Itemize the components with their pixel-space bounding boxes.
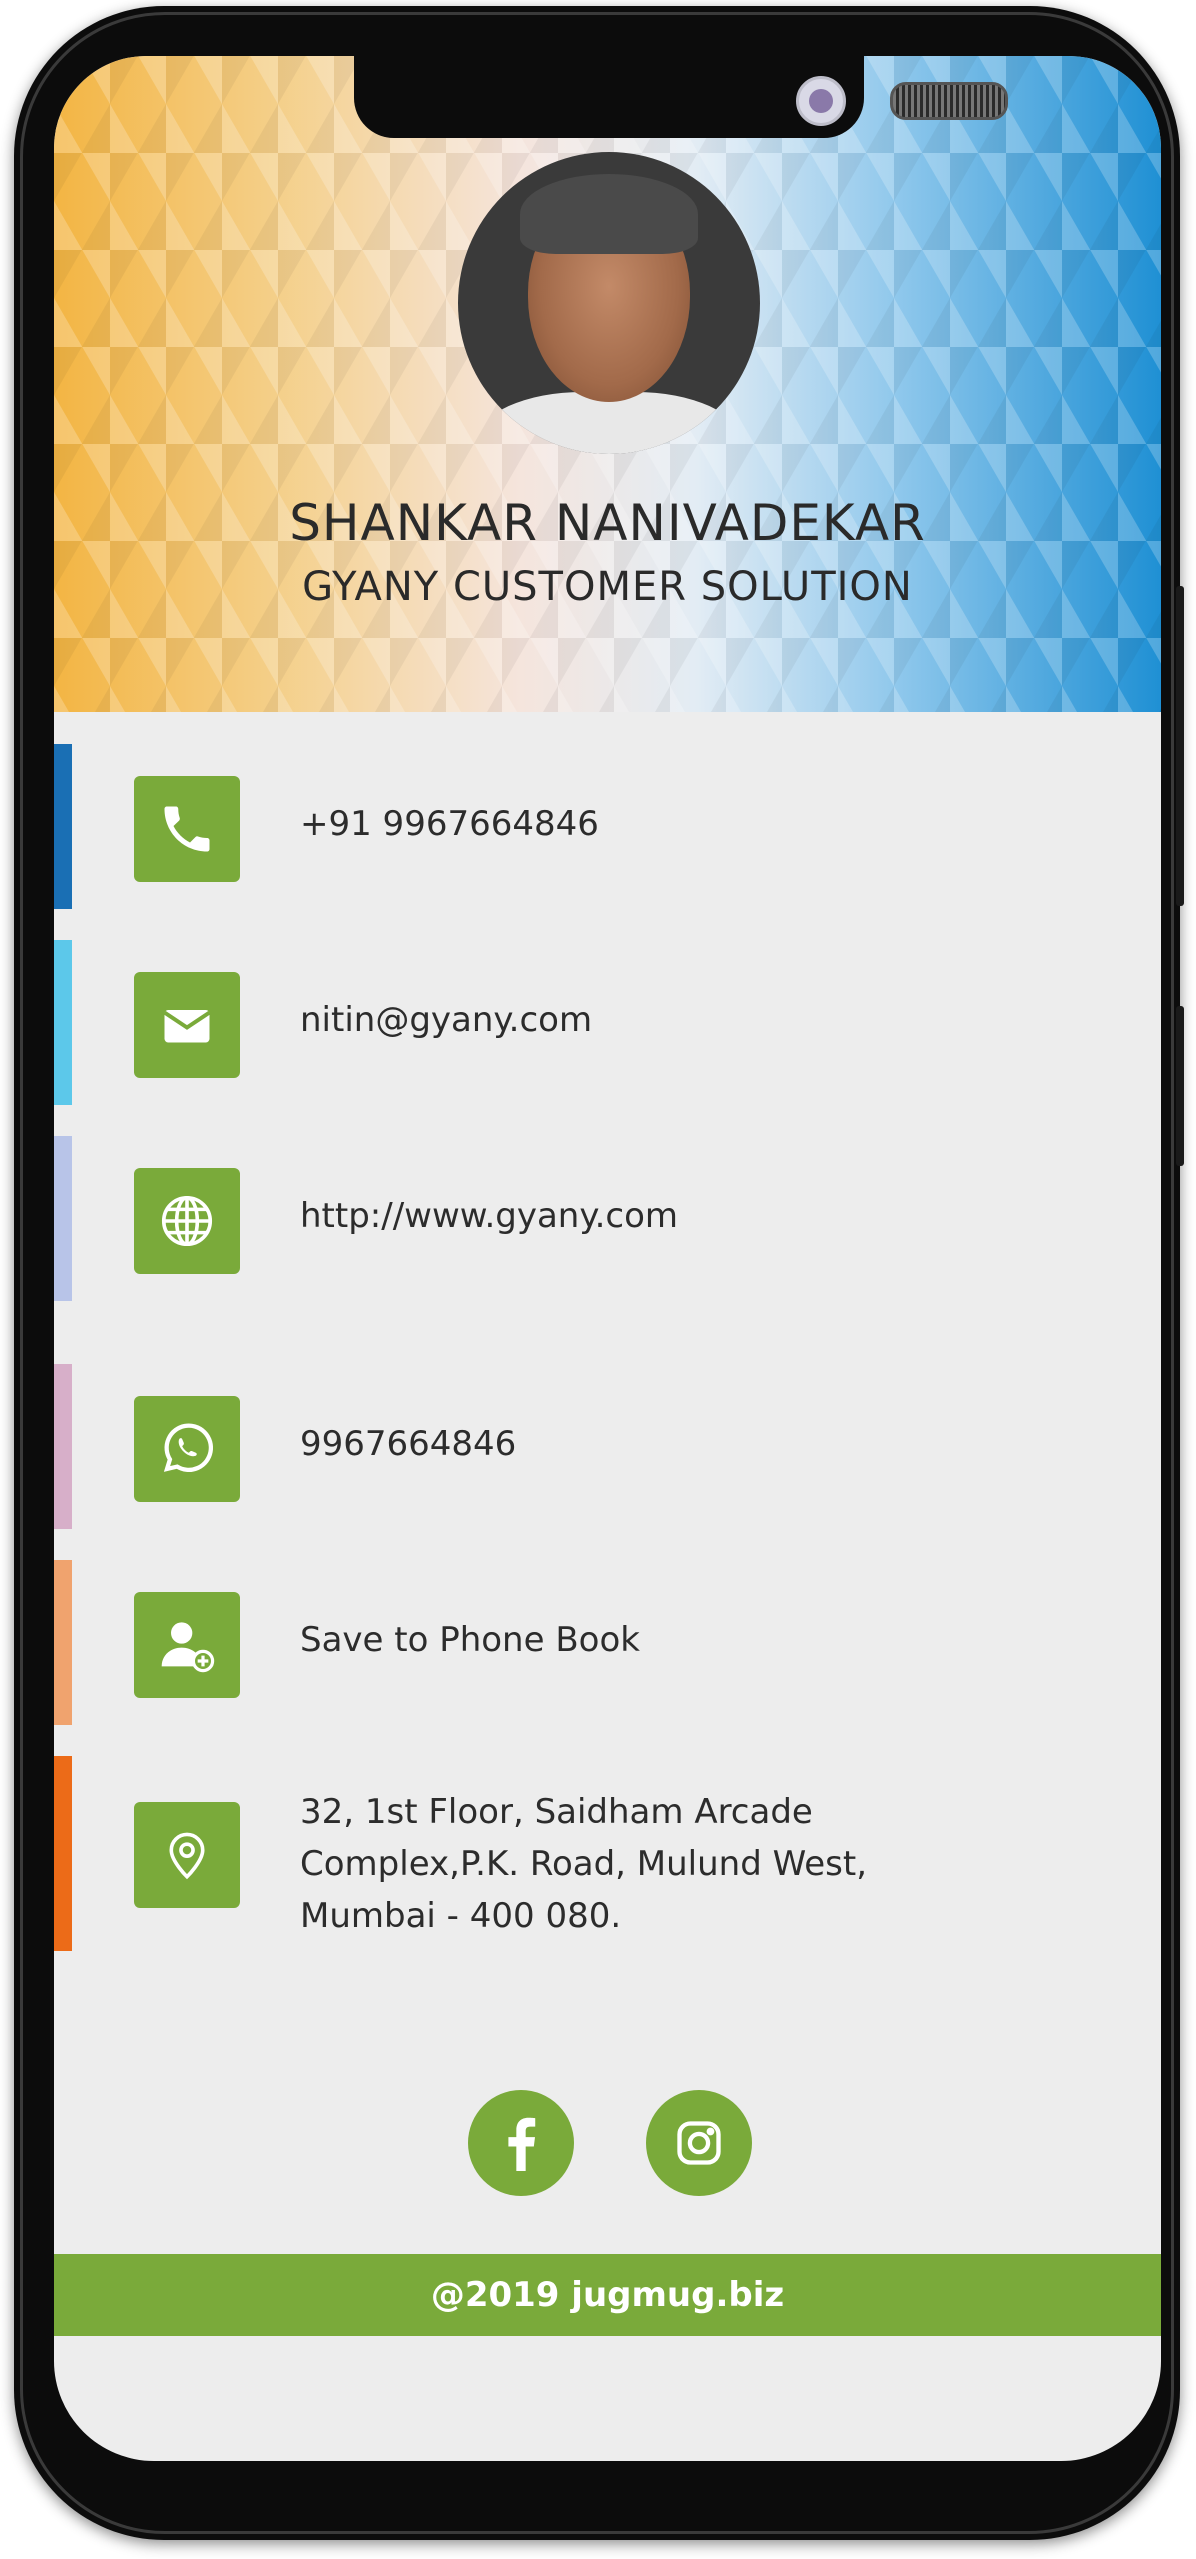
add-contact-icon[interactable] <box>134 1592 240 1698</box>
screen: SHANKAR NANIVADEKAR GYANY CUSTOMER SOLUT… <box>54 56 1161 2461</box>
notch <box>354 56 1008 138</box>
contact-row-save[interactable]: Save to Phone Book <box>54 1560 1161 1725</box>
row-stripe <box>54 1560 72 1725</box>
phone-number[interactable]: +91 9967664846 <box>300 798 599 850</box>
facebook-icon[interactable] <box>468 2090 574 2196</box>
row-stripe <box>54 1364 72 1529</box>
address-line: Complex,P.K. Road, Mulund West, <box>300 1844 868 1884</box>
row-stripe <box>54 1136 72 1301</box>
phone-frame: SHANKAR NANIVADEKAR GYANY CUSTOMER SOLUT… <box>14 6 1184 2540</box>
address-line: Mumbai - 400 080. <box>300 1896 622 1936</box>
address[interactable]: 32, 1st Floor, Saidham Arcade Complex,P.… <box>300 1786 940 1942</box>
row-stripe <box>54 940 72 1105</box>
profile-name: SHANKAR NANIVADEKAR <box>289 494 926 552</box>
globe-icon[interactable] <box>134 1168 240 1274</box>
avatar <box>458 152 760 454</box>
website-url[interactable]: http://www.gyany.com <box>300 1190 678 1242</box>
save-to-phone-book[interactable]: Save to Phone Book <box>300 1614 640 1666</box>
location-pin-icon[interactable] <box>134 1802 240 1908</box>
power-button <box>1176 1006 1184 1166</box>
volume-button <box>1176 586 1184 906</box>
email-icon[interactable] <box>134 972 240 1078</box>
contact-row-website[interactable]: http://www.gyany.com <box>54 1136 1161 1301</box>
contact-row-email[interactable]: nitin@gyany.com <box>54 940 1161 1105</box>
row-stripe <box>54 1756 72 1951</box>
footer: @2019 jugmug.biz <box>54 2254 1161 2336</box>
profile-header: SHANKAR NANIVADEKAR GYANY CUSTOMER SOLUT… <box>54 56 1161 712</box>
footer-text[interactable]: @2019 jugmug.biz <box>431 2275 784 2315</box>
address-line: 32, 1st Floor, Saidham Arcade <box>300 1792 813 1832</box>
contact-row-phone[interactable]: +91 9967664846 <box>54 744 1161 909</box>
whatsapp-icon[interactable] <box>134 1396 240 1502</box>
email-address[interactable]: nitin@gyany.com <box>300 994 592 1046</box>
contact-row-address[interactable]: 32, 1st Floor, Saidham Arcade Complex,P.… <box>54 1756 1161 1951</box>
row-stripe <box>54 744 72 909</box>
instagram-icon[interactable] <box>646 2090 752 2196</box>
avatar-hair <box>520 174 698 254</box>
front-camera <box>796 76 846 126</box>
phone-icon[interactable] <box>134 776 240 882</box>
contact-row-whatsapp[interactable]: 9967664846 <box>54 1364 1161 1529</box>
earpiece-speaker <box>890 82 1008 120</box>
whatsapp-number[interactable]: 9967664846 <box>300 1418 516 1470</box>
company-name: GYANY CUSTOMER SOLUTION <box>302 564 913 610</box>
